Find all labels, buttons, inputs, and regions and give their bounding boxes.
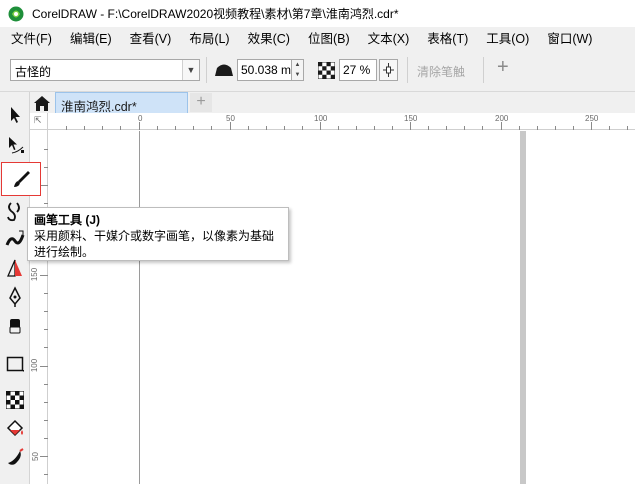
dimension-tool[interactable]: [2, 255, 28, 281]
pen-tool[interactable]: [2, 284, 28, 310]
shape-node-icon: [9, 137, 24, 154]
transparency-tool[interactable]: [2, 387, 28, 413]
vruler-label: 50: [30, 452, 40, 461]
paint-brush-icon: [14, 171, 30, 187]
arrow-pointer-icon: [11, 107, 20, 123]
property-bar: 古怪的 ▼ 50.038 mm ▲▼ 27 % 清除笔触 +: [0, 48, 635, 92]
page-border: [139, 131, 140, 484]
menu-view[interactable]: 查看(V): [121, 28, 181, 47]
slider-icon: [383, 63, 394, 77]
drawing-canvas[interactable]: [49, 131, 635, 484]
toolbar-divider: [206, 57, 207, 83]
hruler-label: 200: [495, 114, 509, 123]
tooltip-title: 画笔工具 (J): [34, 213, 101, 227]
menu-bitmaps[interactable]: 位图(B): [299, 28, 359, 47]
menu-text[interactable]: 文本(X): [359, 28, 419, 47]
rectangle-tool[interactable]: [2, 351, 28, 377]
hruler-label: 50: [226, 114, 235, 123]
eraser-tool[interactable]: [2, 313, 28, 339]
fill-tool[interactable]: [2, 416, 28, 442]
coreldraw-logo-icon: [8, 6, 24, 21]
document-tab-strip: 淮南鸿烈.cdr* +: [30, 92, 635, 114]
menu-edit[interactable]: 编辑(E): [61, 28, 121, 47]
hruler-label: 150: [404, 114, 418, 123]
toolbar-divider: [483, 57, 484, 83]
artistic-media-tool[interactable]: [2, 226, 28, 252]
ruler-origin[interactable]: ⇱: [30, 113, 48, 130]
vruler-label: 150: [30, 267, 40, 282]
menu-bar: 文件(F) 编辑(E) 查看(V) 布局(L) 效果(C) 位图(B) 文本(X…: [0, 27, 635, 48]
hruler-label: 100: [314, 114, 328, 123]
chevron-down-icon[interactable]: ▼: [182, 60, 199, 80]
freehand-curve-icon: [7, 202, 20, 222]
freehand-tool[interactable]: [2, 198, 28, 224]
rectangle-icon: [6, 356, 24, 372]
hruler-label: 250: [585, 114, 599, 123]
menu-table[interactable]: 表格(T): [418, 28, 477, 47]
transparency-checker-icon: [318, 62, 335, 79]
menu-file[interactable]: 文件(F): [0, 28, 61, 47]
toolbar-divider: [407, 57, 408, 83]
brush-size-value: 50.038 mm: [241, 63, 292, 77]
window-title: CorelDRAW - F:\CorelDRAW2020视频教程\素材\第7章\…: [32, 7, 399, 21]
toolbox: [0, 92, 41, 484]
vruler-label: 100: [30, 358, 40, 373]
tab-document[interactable]: 淮南鸿烈.cdr*: [55, 92, 188, 114]
brush-style-value: 古怪的: [15, 65, 52, 79]
paint-brush-tool[interactable]: [1, 162, 41, 196]
dimension-icon: [7, 259, 22, 277]
horizontal-ruler[interactable]: 0 50 100 150 200 250: [48, 113, 635, 130]
horizontal-ruler-ticks: [66, 122, 628, 130]
menu-window[interactable]: 窗口(W): [538, 28, 601, 47]
brush-size-input[interactable]: 50.038 mm: [237, 59, 292, 81]
clear-stroke-button[interactable]: 清除笔触: [417, 63, 465, 80]
artistic-media-icon: [5, 230, 25, 246]
ruler-origin-icon: ⇱: [34, 115, 42, 125]
transparency-value: 27 %: [343, 63, 371, 77]
transparency-slider-button[interactable]: [379, 59, 398, 81]
shape-tool[interactable]: [2, 132, 28, 158]
page-shadow: [520, 131, 526, 484]
tool-tooltip: 画笔工具 (J) 采用颜料、干媒介或数字画笔，以像素为基础进行绘制。: [27, 207, 289, 261]
smart-fill-tool[interactable]: [2, 444, 28, 470]
home-icon[interactable]: [32, 93, 52, 113]
pick-tool[interactable]: [2, 102, 28, 128]
tooltip-description: 采用颜料、干媒介或数字画笔，以像素为基础进行绘制。: [34, 229, 275, 259]
pen-nib-icon: [9, 286, 21, 307]
eraser-icon: [9, 319, 21, 334]
hruler-label: 0: [138, 114, 143, 123]
title-bar: CorelDRAW - F:\CorelDRAW2020视频教程\素材\第7章\…: [0, 0, 635, 27]
new-tab-button[interactable]: +: [190, 93, 212, 112]
paint-bucket-icon: [6, 419, 24, 437]
checkerboard-icon: [6, 391, 24, 409]
add-button[interactable]: +: [497, 56, 509, 79]
smart-fill-icon: [8, 448, 24, 465]
transparency-input[interactable]: 27 %: [339, 59, 377, 81]
menu-tools[interactable]: 工具(O): [477, 28, 538, 47]
menu-effects[interactable]: 效果(C): [239, 28, 299, 47]
brush-size-spinner[interactable]: ▲ ▼: [292, 59, 304, 81]
brush-style-select[interactable]: 古怪的 ▼: [10, 59, 200, 81]
brush-size-icon: [215, 64, 233, 76]
menu-layout[interactable]: 布局(L): [180, 28, 238, 47]
